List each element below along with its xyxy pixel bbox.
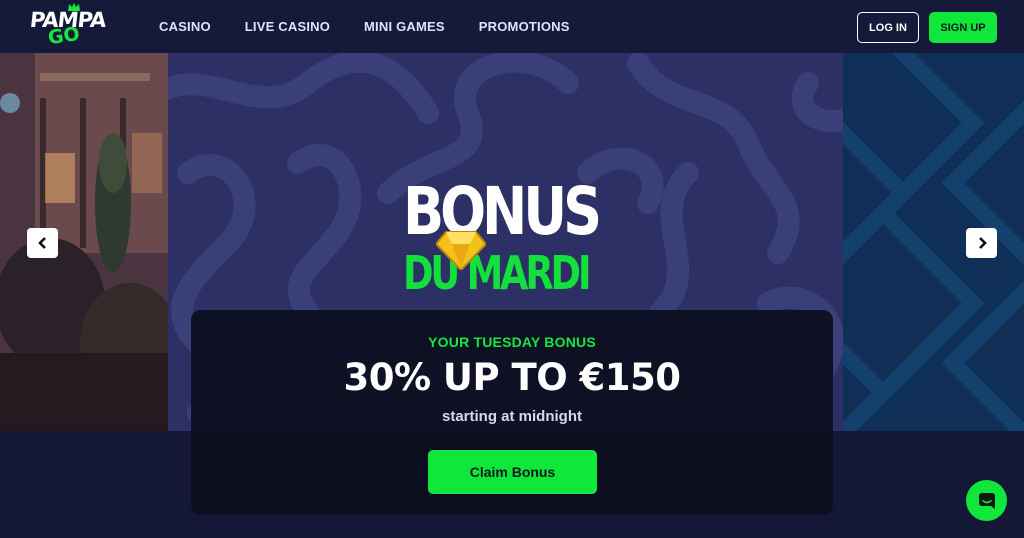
nav-item-mini-games[interactable]: MINI GAMES [364, 19, 445, 34]
slide-title: BONUS DU MARDI [403, 179, 605, 300]
promo-note: starting at midnight [442, 408, 582, 425]
chevron-right-icon [978, 237, 987, 249]
chat-bubble-icon [978, 492, 995, 509]
nav-item-live-casino[interactable]: LIVE CASINO [245, 19, 330, 34]
signup-button[interactable]: SIGN UP [929, 12, 997, 43]
nav-item-promotions[interactable]: PROMOTIONS [479, 19, 570, 34]
carousel-slide-previous[interactable] [0, 53, 168, 431]
login-button[interactable]: LOG IN [857, 12, 919, 43]
carousel-prev-button[interactable] [27, 228, 58, 258]
support-chat-button[interactable] [966, 480, 1007, 521]
slide-artwork [0, 53, 168, 431]
claim-bonus-button[interactable]: Claim Bonus [428, 450, 597, 494]
logo-text-bottom: GO [46, 22, 82, 50]
carousel-next-button[interactable] [966, 228, 997, 258]
main-nav: CASINO LIVE CASINO MINI GAMES PROMOTIONS [159, 0, 604, 53]
promo-eyebrow: YOUR TUESDAY BONUS [428, 334, 596, 350]
promo-headline: 30% UP TO €150 [343, 356, 681, 399]
nav-item-casino[interactable]: CASINO [159, 19, 211, 34]
site-header: PAMPA GO CASINO LIVE CASINO MINI GAMES P… [0, 0, 1024, 53]
chevron-left-icon [37, 237, 46, 249]
diamond-icon [436, 231, 486, 270]
promo-card: YOUR TUESDAY BONUS 30% UP TO €150 starti… [191, 310, 833, 515]
site-logo[interactable]: PAMPA GO [29, 3, 107, 50]
